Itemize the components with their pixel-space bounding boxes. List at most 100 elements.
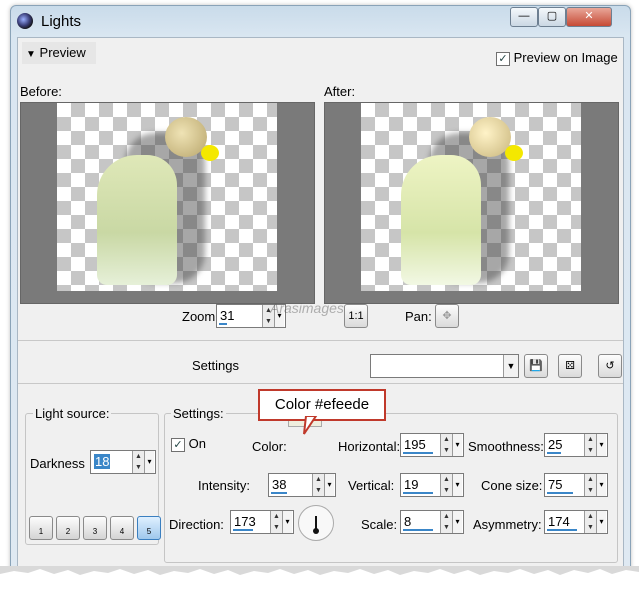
after-preview[interactable] (324, 102, 619, 304)
intensity-level-bar (271, 492, 287, 494)
maximize-button[interactable]: ▢ (538, 7, 566, 27)
preview-toggle[interactable]: ▼ Preview (22, 42, 96, 64)
save-icon[interactable]: 💾 (524, 354, 548, 378)
direction-label: Direction: (169, 517, 224, 532)
horizontal-value: 195 (404, 437, 426, 452)
vertical-value: 19 (404, 477, 419, 492)
light-source-button-1[interactable]: 1 (29, 516, 53, 540)
lights-dialog: Lights — ▢ ✕ ▼ Preview ✓ Preview on Imag… (10, 5, 631, 574)
separator (18, 340, 623, 341)
chevron-down-icon[interactable]: ▾ (324, 474, 334, 496)
direction-spinner[interactable]: 173 ▲ ▼ ▾ (230, 510, 294, 534)
spinner-arrows-icon[interactable]: ▲ ▼ (312, 474, 324, 496)
light-source-button-2[interactable]: 2 (56, 516, 80, 540)
dice-icon[interactable]: ⚄ (558, 354, 582, 378)
dial-knob (313, 528, 319, 534)
asymmetry-spinner[interactable]: 174 ▲ ▼ ▾ (544, 510, 608, 534)
darkness-label: Darkness (30, 456, 85, 471)
light-source-group-label: Light source: (33, 406, 112, 421)
cone-size-level-bar (547, 492, 573, 494)
asymmetry-level-bar (547, 529, 577, 531)
callout-arrow-icon (303, 416, 318, 435)
chevron-down-icon[interactable]: ▾ (596, 434, 606, 456)
light-source-button-5[interactable]: 5 (137, 516, 161, 540)
asymmetry-label: Asymmetry: (473, 517, 542, 532)
move-icon[interactable]: ✥ (435, 304, 459, 328)
smoothness-label: Smoothness: (468, 439, 544, 454)
light-source-button-4[interactable]: 4 (110, 516, 134, 540)
app-icon (17, 13, 33, 29)
close-button[interactable]: ✕ (566, 7, 612, 27)
chevron-down-icon[interactable]: ▾ (452, 434, 462, 456)
before-preview[interactable] (20, 102, 315, 304)
spinner-arrows-icon[interactable]: ▲ ▼ (584, 474, 596, 496)
title-bar: Lights — ▢ ✕ (11, 6, 630, 36)
horizontal-spinner[interactable]: 195 ▲ ▼ ▾ (400, 433, 464, 457)
smoothness-spinner[interactable]: 25 ▲ ▼ ▾ (544, 433, 608, 457)
horizontal-level-bar (403, 452, 433, 454)
asymmetry-value: 174 (548, 514, 570, 529)
on-option[interactable]: ✓ On (171, 436, 206, 452)
spinner-arrows-icon[interactable]: ▲ ▼ (440, 511, 452, 533)
intensity-label: Intensity: (198, 478, 251, 493)
direction-dial[interactable] (298, 505, 334, 541)
chevron-down-icon[interactable]: ▾ (144, 451, 154, 473)
preset-combobox[interactable]: ▼ (370, 354, 519, 378)
horizontal-label: Horizontal: (338, 439, 401, 454)
window-title: Lights (41, 13, 82, 30)
direction-level-bar (233, 529, 253, 531)
scale-spinner[interactable]: 8 ▲ ▼ ▾ (400, 510, 464, 534)
spinner-arrows-icon[interactable]: ▲ ▼ (440, 434, 452, 456)
smoothness-level-bar (547, 452, 561, 454)
spinner-arrows-icon[interactable]: ▲ ▼ (132, 451, 144, 473)
after-label: After: (324, 84, 356, 99)
preview-on-image-option[interactable]: ✓ Preview on Image (496, 50, 618, 66)
vertical-level-bar (403, 492, 433, 494)
watermark: Arasimages (270, 300, 344, 316)
vertical-spinner[interactable]: 19 ▲ ▼ ▾ (400, 473, 464, 497)
cone-size-label: Cone size: (481, 478, 543, 493)
on-label: On (188, 436, 206, 451)
darkness-value: 18 (94, 454, 111, 469)
color-label: Color: (252, 439, 287, 454)
zoom-level-bar (219, 323, 227, 325)
chevron-down-icon[interactable]: ▼ (503, 355, 518, 377)
before-label: Before: (20, 84, 62, 99)
scale-level-bar (403, 529, 433, 531)
cone-size-value: 75 (548, 477, 563, 492)
zoom-value: 31 (220, 308, 235, 323)
torn-edge (0, 566, 639, 590)
separator (18, 383, 623, 384)
light-source-button-3[interactable]: 3 (83, 516, 107, 540)
collapse-arrow-icon: ▼ (26, 49, 36, 60)
preview-on-image-checkbox[interactable]: ✓ (496, 51, 510, 66)
intensity-value: 38 (272, 477, 287, 492)
actual-size-button[interactable]: 1:1 (344, 304, 368, 328)
darkness-spinner[interactable]: 18 ▲ ▼ ▾ (90, 450, 156, 474)
smoothness-value: 25 (548, 437, 563, 452)
settings-group-label: Settings: (171, 406, 226, 421)
pan-label: Pan: (405, 309, 432, 324)
scale-value: 8 (404, 514, 412, 529)
spinner-arrows-icon[interactable]: ▲ ▼ (584, 511, 596, 533)
spinner-arrows-icon[interactable]: ▲ ▼ (584, 434, 596, 456)
direction-value: 173 (234, 514, 256, 529)
preview-on-image-label: Preview on Image (513, 50, 618, 65)
intensity-spinner[interactable]: 38 ▲ ▼ ▾ (268, 473, 336, 497)
preview-toggle-label: Preview (39, 45, 86, 60)
vertical-label: Vertical: (348, 478, 395, 493)
settings-label: Settings (192, 358, 239, 373)
minimize-button[interactable]: — (510, 7, 538, 27)
chevron-down-icon[interactable]: ▾ (452, 474, 462, 496)
scale-label: Scale: (361, 517, 398, 532)
reset-icon[interactable]: ↺ (598, 354, 622, 378)
chevron-down-icon[interactable]: ▾ (282, 511, 292, 533)
chevron-down-icon[interactable]: ▾ (452, 511, 462, 533)
spinner-arrows-icon[interactable]: ▲ ▼ (440, 474, 452, 496)
spinner-arrows-icon[interactable]: ▲ ▼ (270, 511, 282, 533)
cone-size-spinner[interactable]: 75 ▲ ▼ ▾ (544, 473, 608, 497)
on-checkbox[interactable]: ✓ (171, 437, 185, 452)
zoom-label: Zoom: (182, 309, 219, 324)
chevron-down-icon[interactable]: ▾ (596, 511, 606, 533)
chevron-down-icon[interactable]: ▾ (596, 474, 606, 496)
